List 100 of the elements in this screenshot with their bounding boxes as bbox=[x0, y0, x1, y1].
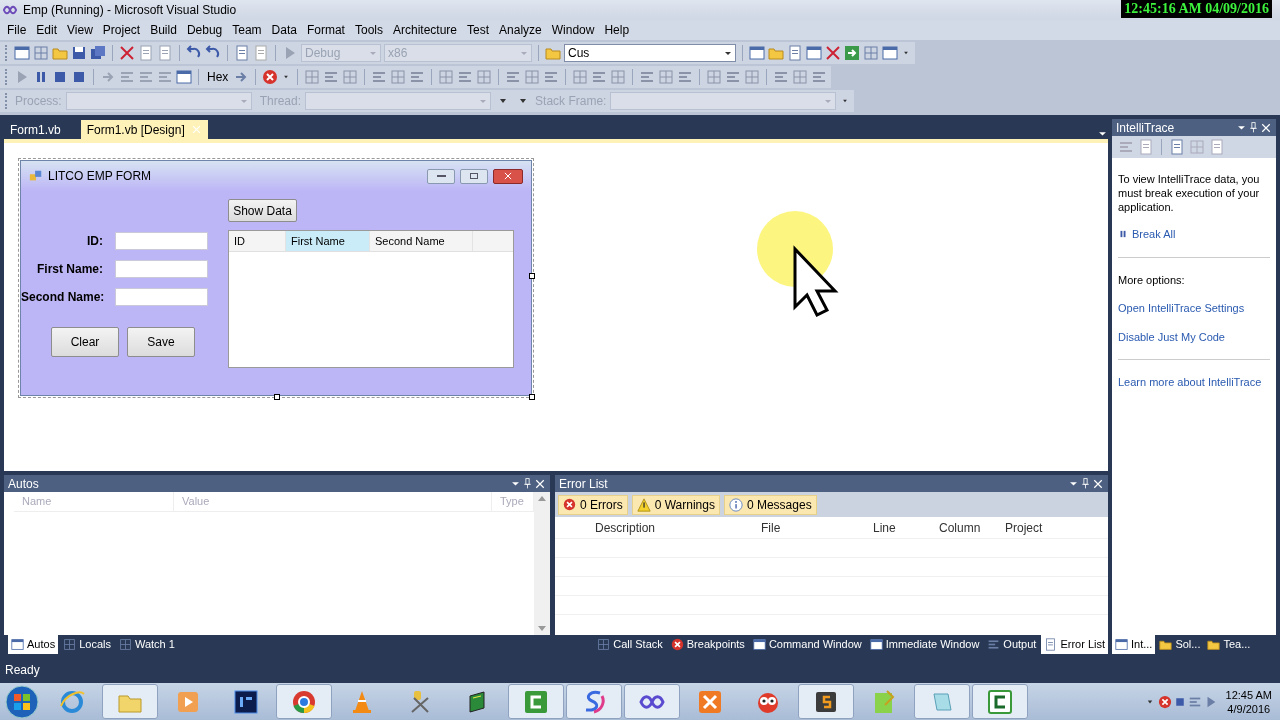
text-input[interactable] bbox=[115, 287, 208, 306]
close-icon[interactable] bbox=[534, 477, 546, 490]
close-icon[interactable] bbox=[503, 171, 513, 181]
text-input[interactable] bbox=[115, 259, 208, 278]
panel-tab[interactable]: Error List bbox=[1041, 635, 1108, 654]
command-window-icon bbox=[752, 638, 766, 651]
scroll-down-icon[interactable] bbox=[538, 626, 546, 631]
panel-tab[interactable]: Call Stack bbox=[594, 635, 666, 654]
start-page-icon[interactable] bbox=[844, 45, 860, 61]
form-title: LITCO EMP FORM bbox=[48, 168, 153, 185]
immediate-window-icon bbox=[869, 638, 883, 651]
menu-item[interactable]: Data bbox=[266, 21, 302, 39]
column-header[interactable]: File bbox=[755, 517, 867, 538]
menu-item[interactable]: Analyze bbox=[494, 21, 547, 39]
new-project-icon[interactable] bbox=[14, 45, 30, 61]
taskbar-button[interactable] bbox=[798, 684, 854, 719]
menu-item[interactable]: Tools bbox=[349, 21, 388, 39]
menu-item[interactable]: Window bbox=[546, 21, 600, 39]
break-all-link[interactable]: Break All bbox=[1118, 226, 1270, 243]
menu-item[interactable]: Build bbox=[145, 21, 182, 39]
filter-toggle[interactable]: 0 Warnings bbox=[631, 494, 720, 515]
form-button[interactable]: Clear bbox=[51, 327, 119, 357]
menu-item[interactable]: Team bbox=[227, 21, 267, 39]
resize-handle[interactable] bbox=[529, 394, 535, 400]
panel-tab[interactable]: Immediate Window bbox=[866, 635, 983, 654]
panel-tab[interactable]: Breakpoints bbox=[667, 635, 748, 654]
column-header[interactable]: Second Name bbox=[370, 231, 473, 251]
column-header[interactable]: First Name bbox=[286, 231, 370, 251]
filter-toggle[interactable]: 0 Messages bbox=[723, 494, 817, 515]
panel-tab[interactable]: Locals bbox=[60, 635, 114, 654]
option-link[interactable]: Disable Just My Code bbox=[1118, 328, 1270, 345]
open-file-icon[interactable] bbox=[1209, 139, 1225, 155]
stack-frame-combo[interactable] bbox=[610, 92, 837, 110]
panel-tab[interactable]: Output bbox=[984, 635, 1040, 654]
menu-item[interactable]: Help bbox=[599, 21, 635, 39]
status-text: Ready bbox=[5, 661, 40, 679]
menu-item[interactable]: Project bbox=[97, 21, 146, 39]
panel-title: Autos bbox=[8, 475, 40, 493]
resize-handle[interactable] bbox=[274, 394, 280, 400]
column-header[interactable]: Description bbox=[555, 517, 755, 538]
scrollbar[interactable] bbox=[534, 492, 550, 635]
column-header[interactable]: ID bbox=[229, 231, 286, 251]
system-clock[interactable]: 12:45 AM 4/9/2016 bbox=[1219, 687, 1278, 716]
learn-more-link[interactable]: Learn more about IntelliTrace bbox=[1118, 374, 1270, 391]
panel-tab[interactable]: Sol... bbox=[1156, 635, 1204, 654]
pin-icon[interactable] bbox=[1247, 121, 1260, 134]
object-browser-icon[interactable] bbox=[806, 45, 822, 61]
find-combo[interactable]: Cus bbox=[564, 44, 736, 62]
panel-tab[interactable]: Watch 1 bbox=[115, 635, 178, 654]
process-combo[interactable] bbox=[65, 92, 252, 110]
dropdown-arrow-icon[interactable] bbox=[724, 49, 732, 57]
menu-item[interactable]: Architecture bbox=[388, 21, 462, 39]
panel-tab[interactable]: Command Window bbox=[749, 635, 865, 654]
menu-item[interactable]: File bbox=[2, 21, 32, 39]
document-tab[interactable]: Form1.vb bbox=[4, 120, 67, 139]
document-tab[interactable]: Form1.vb [Design] bbox=[80, 120, 208, 139]
save-icon[interactable] bbox=[71, 45, 87, 61]
close-icon[interactable] bbox=[1092, 477, 1104, 490]
panel-title: Error List bbox=[559, 475, 609, 493]
panel-tab[interactable]: Int... bbox=[1112, 635, 1156, 654]
panel-tab[interactable]: Tea... bbox=[1204, 635, 1254, 654]
breakpoint-window-icon[interactable] bbox=[176, 69, 192, 85]
list-icon[interactable] bbox=[1118, 139, 1134, 155]
stop-icon[interactable] bbox=[52, 69, 68, 85]
app-logo-icon bbox=[2, 3, 18, 17]
column-header[interactable]: Project bbox=[999, 517, 1108, 538]
pin-icon[interactable] bbox=[521, 477, 534, 490]
option-link[interactable]: Open IntelliTrace Settings bbox=[1118, 300, 1270, 317]
menu-item[interactable]: Edit bbox=[31, 21, 63, 39]
command-window-icon[interactable] bbox=[882, 45, 898, 61]
column-header[interactable]: Column bbox=[933, 517, 999, 538]
taskbar-button[interactable] bbox=[624, 684, 680, 719]
window-title: Emp (Running) - Microsoft Visual Studio bbox=[23, 2, 237, 19]
show-data-button[interactable]: Show Data bbox=[228, 199, 297, 222]
menu-item[interactable]: Test bbox=[462, 21, 495, 39]
hex-button[interactable]: Hex bbox=[205, 68, 231, 86]
close-button[interactable] bbox=[493, 168, 523, 184]
form-button[interactable]: Save bbox=[127, 327, 195, 357]
close-icon[interactable] bbox=[1260, 121, 1272, 134]
breakpoint-icon[interactable] bbox=[262, 69, 279, 85]
menu-item[interactable]: View bbox=[62, 21, 98, 39]
maximize-button[interactable] bbox=[460, 168, 488, 184]
menu-item[interactable]: Format bbox=[301, 21, 350, 39]
filter-toggle[interactable]: 0 Errors bbox=[558, 494, 628, 515]
error-list-icon bbox=[1044, 638, 1058, 651]
form-icon bbox=[29, 169, 43, 183]
start-button[interactable] bbox=[2, 683, 42, 720]
minimize-button[interactable] bbox=[427, 168, 455, 184]
screen-recorder-icon bbox=[986, 687, 1014, 716]
save-all-icon[interactable] bbox=[90, 45, 106, 61]
panel-tab[interactable]: Autos bbox=[8, 635, 59, 654]
column-header[interactable]: Line bbox=[867, 517, 933, 538]
pin-icon[interactable] bbox=[1079, 477, 1092, 490]
clock-overlay: 12:45:16 AM 04/09/2016 bbox=[1121, 0, 1272, 18]
scroll-up-icon[interactable] bbox=[538, 496, 546, 501]
menu-item[interactable]: Debug bbox=[181, 21, 228, 39]
text-input[interactable] bbox=[115, 231, 208, 250]
error-icon bbox=[563, 498, 576, 511]
resize-handle[interactable] bbox=[529, 273, 535, 279]
taskbar-button[interactable] bbox=[972, 684, 1028, 719]
